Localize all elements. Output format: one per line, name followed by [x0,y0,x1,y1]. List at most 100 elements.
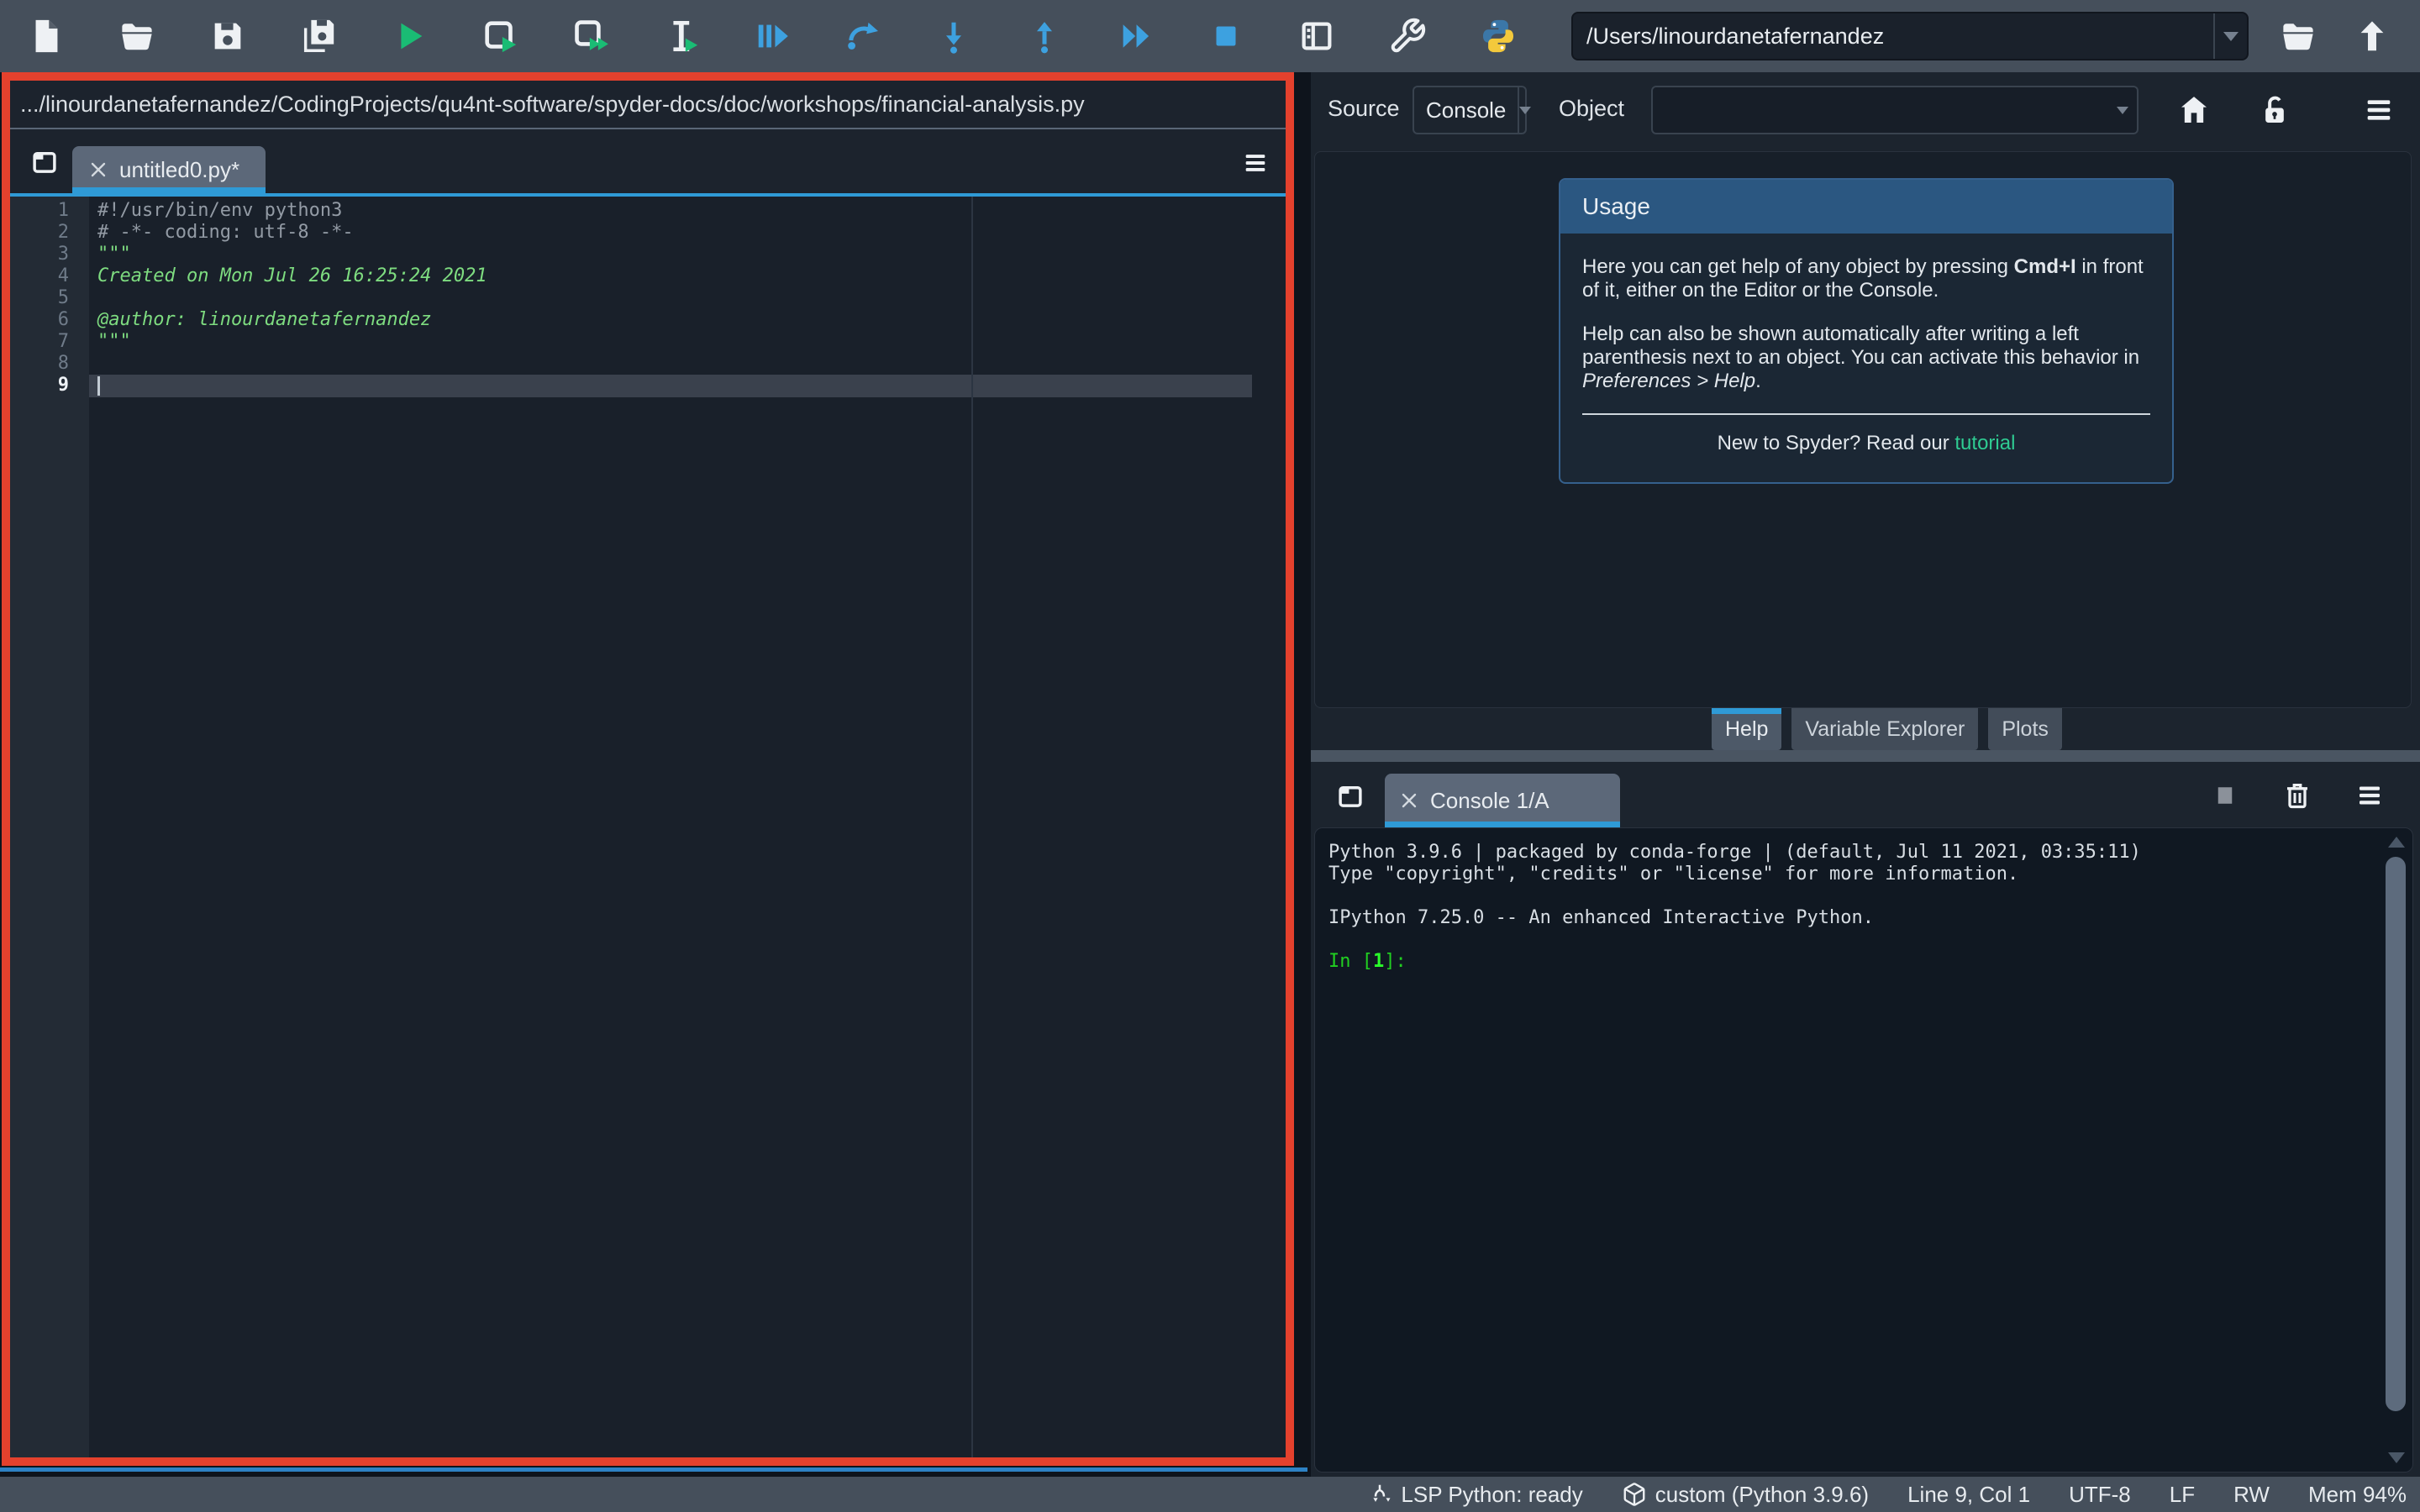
editor-tab-untitled0[interactable]: untitled0.py* [72,146,266,193]
stop-debug-button[interactable] [1202,12,1250,60]
code-line [89,287,1252,309]
run-file-icon [390,17,429,55]
usage-footer: New to Spyder? Read our tutorial [1582,432,2150,455]
tab-help[interactable]: Help [1712,708,1781,750]
console-output-line: Python 3.9.6 | packaged by conda-forge |… [1328,842,2379,864]
close-tab-button[interactable] [1397,788,1422,813]
tutorial-link[interactable]: tutorial [1954,432,2015,454]
help-options-menu-button[interactable] [2360,91,2398,129]
source-select[interactable]: Console [1413,86,1527,134]
lock-button[interactable] [2255,91,2294,129]
step-out-button[interactable] [1020,12,1069,60]
usage-card-title: Usage [1560,180,2172,234]
save-all-button[interactable] [294,12,343,60]
working-directory-dropdown[interactable] [2213,13,2247,59]
editor-tabbar: untitled0.py* [10,129,1286,193]
code-line: Created on Mon Jul 26 16:25:24 2021 [89,265,1252,287]
pane-splitter[interactable] [1311,750,2420,762]
open-directory-button[interactable] [2274,12,2323,60]
run-selection-icon [662,17,701,55]
status-lsp-python-ready: LSP Python: ready [1367,1482,1582,1508]
code-area[interactable]: 123456789 #!/usr/bin/env python3# -*- co… [10,197,1286,1459]
code-line: # -*- coding: utf-8 -*- [89,222,1252,244]
object-combo-arrow[interactable] [2108,107,2137,114]
chevron-down-icon [2117,107,2128,114]
home-button[interactable] [2175,91,2213,129]
source-select-value: Console [1414,97,1518,123]
continue-execution-button[interactable] [1111,12,1160,60]
package-icon [1622,1482,1647,1507]
run-cell-advance-icon [571,17,610,55]
scroll-down-arrow-icon[interactable] [2388,1452,2405,1463]
scroll-up-arrow-icon[interactable] [2388,837,2405,848]
text-cursor [97,376,100,396]
run-selection-button[interactable] [657,12,706,60]
usage-divider [1582,413,2150,415]
stop-debug-icon [1207,17,1245,55]
code-line [89,353,1252,375]
remove-variables-button[interactable] [2275,774,2319,817]
scrollbar-thumb[interactable] [2386,857,2406,1411]
run-file-button[interactable] [385,12,434,60]
python-environment-icon [1479,17,1518,55]
browse-tabs-button[interactable] [1331,777,1370,816]
line-number: 2 [10,222,89,244]
python-environment-button[interactable] [1474,12,1523,60]
working-directory-input[interactable] [1573,24,2213,50]
step-over-button[interactable] [839,12,887,60]
tab-variable-explorer[interactable]: Variable Explorer [1791,708,1978,750]
console-output-area[interactable]: Python 3.9.6 | packaged by conda-forge |… [1314,827,2413,1473]
open-file-button[interactable] [113,12,161,60]
preferences-button[interactable] [1383,12,1432,60]
code-lines: #!/usr/bin/env python3# -*- coding: utf-… [89,200,1252,396]
step-over-icon [844,17,882,55]
step-into-button[interactable] [929,12,978,60]
line-number: 8 [10,353,89,375]
options-menu-button[interactable] [2348,774,2391,817]
maximize-pane-button[interactable] [1292,12,1341,60]
debug-file-icon [753,17,792,55]
debug-file-button[interactable] [748,12,797,60]
usage-card: Usage Here you can get help of any objec… [1559,178,2174,484]
active-tab-underline [1385,822,1620,827]
new-file-button[interactable] [22,12,71,60]
status-custom-python-3-9-6-: custom (Python 3.9.6) [1622,1482,1869,1508]
help-pane: Source Console Object Usage Here you can… [1311,72,2420,750]
object-combobox [1651,86,2139,134]
console-output-line [1328,929,2379,951]
status-lf: LF [2170,1482,2195,1508]
status-mem-94-: Mem 94% [2308,1482,2407,1508]
save-file-button[interactable] [203,12,252,60]
help-header: Source Console Object [1311,72,2420,151]
breadcrumb: .../linourdanetafernandez/CodingProjects… [10,81,1286,129]
line-number: 9 [10,375,89,396]
editor-pane: .../linourdanetafernandez/CodingProjects… [10,81,1286,1459]
line-number: 4 [10,265,89,287]
object-input[interactable] [1653,97,2108,123]
help-content: Usage Here you can get help of any objec… [1314,151,2412,708]
source-label: Source [1328,96,1400,122]
browse-tabs-button[interactable] [25,143,64,181]
main-toolbar [0,0,2420,72]
line-number: 6 [10,309,89,331]
continue-execution-icon [1116,17,1155,55]
maximize-pane-icon [1297,17,1336,55]
working-directory-box [1571,12,2249,60]
editor-options-menu-button[interactable] [1237,144,1274,181]
code-line: #!/usr/bin/env python3 [89,200,1252,222]
console-text: Python 3.9.6 | packaged by conda-forge |… [1315,828,2379,973]
usage-card-body: Here you can get help of any object by p… [1560,234,2172,455]
close-tab-button[interactable] [86,157,111,182]
tab-plots[interactable]: Plots [1988,708,2062,750]
chevron-down-icon [1519,107,1531,114]
run-cell-button[interactable] [476,12,524,60]
parent-directory-button[interactable] [2348,12,2396,60]
editor-tab-title: untitled0.py* [119,157,239,183]
console-tab[interactable]: Console 1/A [1385,774,1620,827]
save-file-icon [208,17,247,55]
interrupt-kernel-button[interactable] [2203,774,2247,817]
open-file-icon [118,17,156,55]
code-line: @author: linourdanetafernandez [89,309,1252,331]
run-cell-advance-button[interactable] [566,12,615,60]
editor-bottom-focus-line [0,1467,1307,1472]
